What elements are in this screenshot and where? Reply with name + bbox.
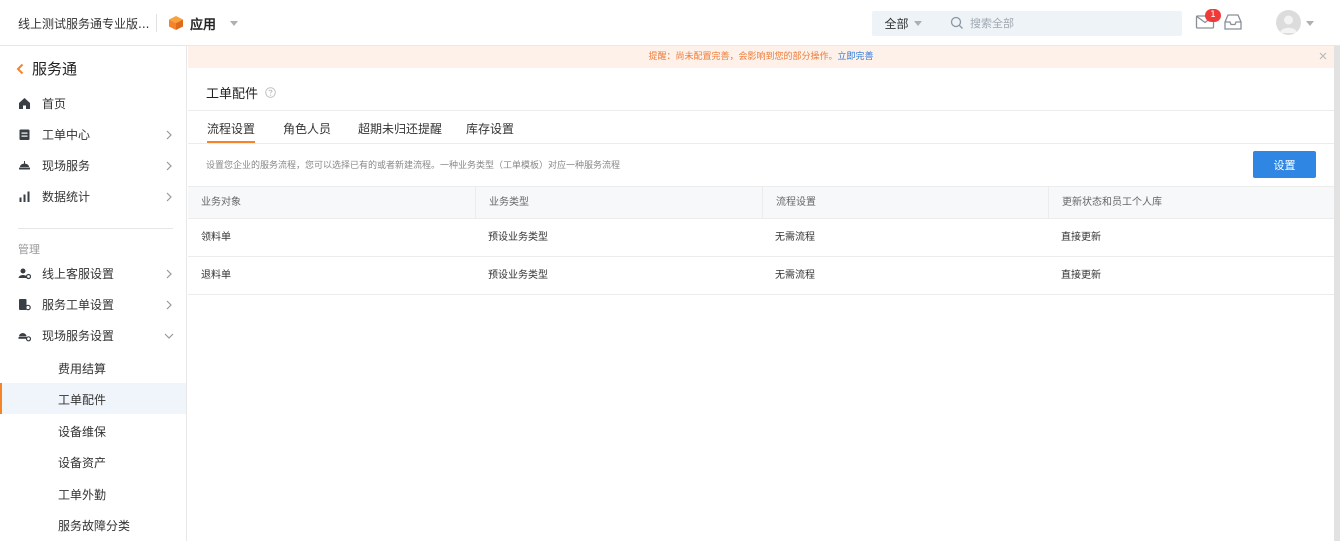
sidebar-item-label: 现场服务 (42, 159, 91, 173)
table-header: 业务对象 业务类型 流程设置 更新状态和员工个人库 (188, 186, 1334, 219)
tab-process-settings[interactable]: 流程设置 (207, 120, 256, 143)
search-icon (950, 16, 963, 29)
table-cell: 无需流程 (775, 232, 815, 243)
chevron-right-icon (166, 192, 172, 201)
sidebar: 服务通 首页 工单中心 现场服务 数据统计 管理 线上客服设置 服务工单设置 现… (0, 46, 187, 541)
sidebar-subitem-fault-categories[interactable]: 服务故障分类 (0, 509, 186, 540)
inbox-icon[interactable] (1223, 12, 1243, 32)
settings-button[interactable]: 设置 (1253, 151, 1316, 178)
app-switcher[interactable]: 应用 (168, 13, 239, 33)
sidebar-subitem-label: 工单配件 (58, 393, 107, 407)
sidebar-item-ticket-center[interactable]: 工单中心 (0, 119, 187, 150)
notice-text: 提醒：尚未配置完善，会影响到您的部分操作。 (648, 52, 838, 62)
helmet-gear-icon (18, 333, 31, 342)
search-scope-select[interactable]: 全部 (872, 11, 934, 36)
sidebar-item-home[interactable]: 首页 (0, 88, 187, 119)
sidebar-subitem-label: 服务故障分类 (58, 519, 131, 533)
notification-badge: 1 (1205, 9, 1221, 22)
doc-gear-icon (19, 299, 31, 311)
chevron-down-icon (164, 333, 174, 339)
config-notice: 提醒：尚未配置完善，会影响到您的部分操作。立即完善 (188, 46, 1334, 68)
notice-link[interactable]: 立即完善 (838, 52, 874, 62)
global-search: 全部 (872, 11, 1182, 36)
sidebar-back-button[interactable]: 服务通 (16, 58, 77, 79)
sidebar-subitem-fee-settlement[interactable]: 费用结算 (0, 352, 186, 383)
sidebar-item-label: 首页 (42, 97, 67, 111)
sidebar-subitem-field-work[interactable]: 工单外勤 (0, 478, 186, 509)
table-cell: 领料单 (201, 232, 231, 243)
tab-overdue-reminder[interactable]: 超期未归还提醒 (358, 120, 442, 137)
sidebar-item-ticket-settings[interactable]: 服务工单设置 (0, 289, 187, 320)
sidebar-item-label: 工单中心 (42, 128, 91, 142)
page-scrollbar[interactable] (1334, 46, 1340, 541)
search-input[interactable] (970, 13, 1175, 34)
table-cell: 退料单 (201, 270, 231, 281)
sidebar-section-label: 管理 (18, 243, 40, 256)
tab-bar: 流程设置 角色人员 超期未归还提醒 库存设置 (188, 111, 1334, 144)
chevron-right-icon (166, 130, 172, 139)
table-cell: 直接更新 (1061, 232, 1101, 243)
page-title: 工单配件 (206, 87, 259, 102)
search-scope-label: 全部 (884, 17, 909, 31)
help-icon[interactable] (265, 87, 276, 98)
chevron-right-icon (166, 161, 172, 170)
avatar[interactable] (1276, 10, 1301, 35)
table-cell: 无需流程 (775, 270, 815, 281)
sidebar-title: 服务通 (32, 60, 78, 78)
sidebar-subitem-maintenance[interactable]: 设备维保 (0, 415, 186, 446)
sidebar-item-label: 线上客服设置 (42, 267, 115, 281)
chevron-right-icon (166, 269, 172, 278)
column-header: 更新状态和员工个人库 (1048, 187, 1334, 219)
page-description: 设置您企业的服务流程，您可以选择已有的或者新建流程。一种业务类型（工单模板）对应… (206, 161, 621, 171)
sidebar-item-label: 数据统计 (42, 190, 91, 204)
sidebar-subitem-label: 工单外勤 (58, 488, 107, 502)
chevron-right-icon (166, 300, 172, 309)
table-row[interactable]: 领料单 预设业务类型 无需流程 直接更新 (188, 219, 1334, 257)
tab-roles[interactable]: 角色人员 (283, 120, 331, 137)
main-content: 提醒：尚未配置完善，会影响到您的部分操作。立即完善 工单配件 流程设置 角色人员… (188, 46, 1334, 541)
user-icon (1280, 15, 1297, 33)
column-header: 业务对象 (201, 197, 241, 208)
chevron-down-icon[interactable] (1306, 21, 1314, 26)
sidebar-subitem-ticket-parts[interactable]: 工单配件 (0, 383, 186, 414)
user-gear-icon (18, 268, 31, 280)
scrollbar-thumb[interactable] (1334, 46, 1340, 541)
table-cell: 预设业务类型 (488, 232, 548, 243)
process-table: 业务对象 业务类型 流程设置 更新状态和员工个人库 领料单 预设业务类型 无需流… (188, 186, 1334, 295)
chevron-down-icon (230, 20, 239, 26)
sidebar-divider (18, 228, 173, 229)
page-header: 工单配件 (206, 83, 276, 102)
close-icon[interactable] (1318, 51, 1328, 61)
table-cell: 直接更新 (1061, 270, 1101, 281)
helmet-icon (19, 161, 30, 170)
sidebar-item-label: 服务工单设置 (42, 298, 115, 312)
sidebar-item-statistics[interactable]: 数据统计 (0, 181, 187, 212)
table-row[interactable]: 退料单 预设业务类型 无需流程 直接更新 (188, 257, 1334, 295)
chevron-left-icon (16, 63, 24, 74)
cube-icon (169, 16, 183, 30)
sidebar-item-field-settings[interactable]: 现场服务设置 (0, 320, 187, 351)
sidebar-subitem-label: 设备维保 (58, 425, 107, 439)
column-header: 业务类型 (475, 187, 762, 219)
clipboard-icon (19, 129, 30, 140)
home-icon (19, 98, 30, 109)
sidebar-subitem-assets[interactable]: 设备资产 (0, 446, 186, 477)
sidebar-item-online-cs-settings[interactable]: 线上客服设置 (0, 258, 187, 289)
bar-chart-icon (19, 191, 30, 202)
app-label: 应用 (190, 17, 217, 33)
company-name[interactable]: 线上测试服务通专业版... (18, 15, 149, 32)
sidebar-item-label: 现场服务设置 (42, 329, 115, 343)
tab-inventory-settings[interactable]: 库存设置 (466, 120, 514, 137)
chevron-down-icon (913, 21, 922, 26)
header-divider (156, 14, 157, 32)
sidebar-subitem-label: 费用结算 (58, 362, 107, 376)
sidebar-item-field-service[interactable]: 现场服务 (0, 150, 187, 181)
column-header: 流程设置 (762, 187, 1048, 219)
top-header: 线上测试服务通专业版... 应用 全部 1 (0, 0, 1340, 46)
table-cell: 预设业务类型 (488, 270, 548, 281)
sidebar-subitem-label: 设备资产 (58, 456, 107, 470)
